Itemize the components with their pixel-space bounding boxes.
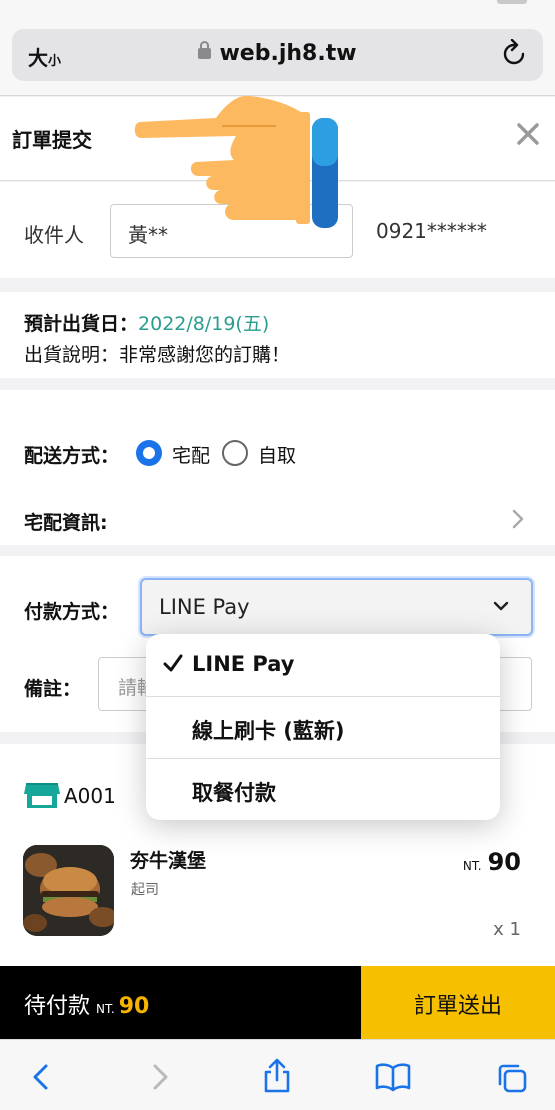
chevron-down-icon: [491, 596, 511, 620]
checkmark-icon: [162, 652, 184, 679]
pending-payment-text: 待付款 NT. 90: [24, 988, 149, 1020]
product-name: 夯牛漢堡: [130, 850, 207, 872]
radio-home-delivery-label[interactable]: 宅配: [172, 441, 210, 468]
address-bar[interactable]: 大小 web.jh8.tw: [12, 29, 543, 81]
tabs-icon[interactable]: [496, 1062, 528, 1098]
radio-home-delivery[interactable]: [136, 440, 162, 466]
bookmarks-icon[interactable]: [374, 1062, 412, 1096]
pending-label: 待付款: [24, 994, 91, 1019]
payment-option-linepay[interactable]: LINE Pay: [146, 634, 500, 696]
chevron-right-icon[interactable]: [511, 508, 525, 534]
delivery-label: 配送方式：: [24, 445, 120, 467]
submit-order-button[interactable]: 訂單送出: [361, 966, 555, 1039]
ship-note: 出貨說明：非常感謝您的訂購！: [24, 344, 291, 366]
ship-date-value: 2022/8/19(五): [138, 313, 270, 335]
payment-option-pay-on-pickup[interactable]: 取餐付款: [146, 758, 500, 820]
payment-select-value: LINE Pay: [159, 595, 250, 619]
tab-indicator: [497, 0, 527, 4]
forward-icon[interactable]: [148, 1062, 172, 1096]
pending-payment: 待付款 NT. 90: [0, 966, 361, 1039]
product-qty: x 1: [493, 919, 521, 940]
pointing-hand-icon: [126, 92, 344, 234]
product-option: 起司: [131, 882, 159, 898]
pending-currency: NT.: [96, 1002, 115, 1016]
lock-icon: [198, 41, 212, 59]
browser-toolbar: [0, 1039, 555, 1110]
payment-option-label: 取餐付款: [192, 781, 276, 805]
url-display[interactable]: web.jh8.tw: [12, 41, 543, 66]
payment-option-label: 線上刷卡 (藍新): [192, 719, 345, 743]
product-image: [23, 845, 114, 936]
store-icon: [24, 782, 60, 814]
memo-label: 備註：: [24, 678, 82, 700]
home-delivery-info[interactable]: 宅配資訊:: [24, 508, 108, 535]
checkout-bar: 待付款 NT. 90 訂單送出: [0, 966, 555, 1039]
radio-pickup-label[interactable]: 自取: [258, 441, 296, 468]
close-icon[interactable]: [515, 121, 541, 151]
reload-icon[interactable]: [501, 38, 527, 71]
product-price: NT. 90: [463, 848, 521, 876]
share-icon[interactable]: [261, 1058, 293, 1098]
url-text: web.jh8.tw: [219, 41, 357, 66]
back-icon[interactable]: [29, 1062, 53, 1096]
payment-option-label: LINE Pay: [192, 652, 295, 676]
store-code: A001: [64, 784, 116, 808]
payment-options-menu: LINE Pay 線上刷卡 (藍新) 取餐付款: [146, 634, 500, 820]
page-title: 訂單提交: [12, 128, 92, 152]
payment-option-credit-card[interactable]: 線上刷卡 (藍新): [146, 696, 500, 758]
product-currency: NT.: [462, 859, 482, 873]
browser-topbar: 大小 web.jh8.tw: [0, 0, 555, 96]
submit-order-label: 訂單送出: [413, 994, 502, 1019]
product-price-value: 90: [487, 848, 521, 876]
pending-amount: 90: [118, 994, 150, 1019]
radio-pickup[interactable]: [222, 440, 248, 466]
ship-date: 預計出貨日：2022/8/19(五): [24, 309, 269, 336]
ship-date-label: 預計出貨日：: [24, 313, 139, 335]
recipient-phone: 0921******: [376, 219, 487, 243]
recipient-label: 收件人: [24, 223, 84, 247]
payment-label: 付款方式：: [24, 601, 120, 623]
